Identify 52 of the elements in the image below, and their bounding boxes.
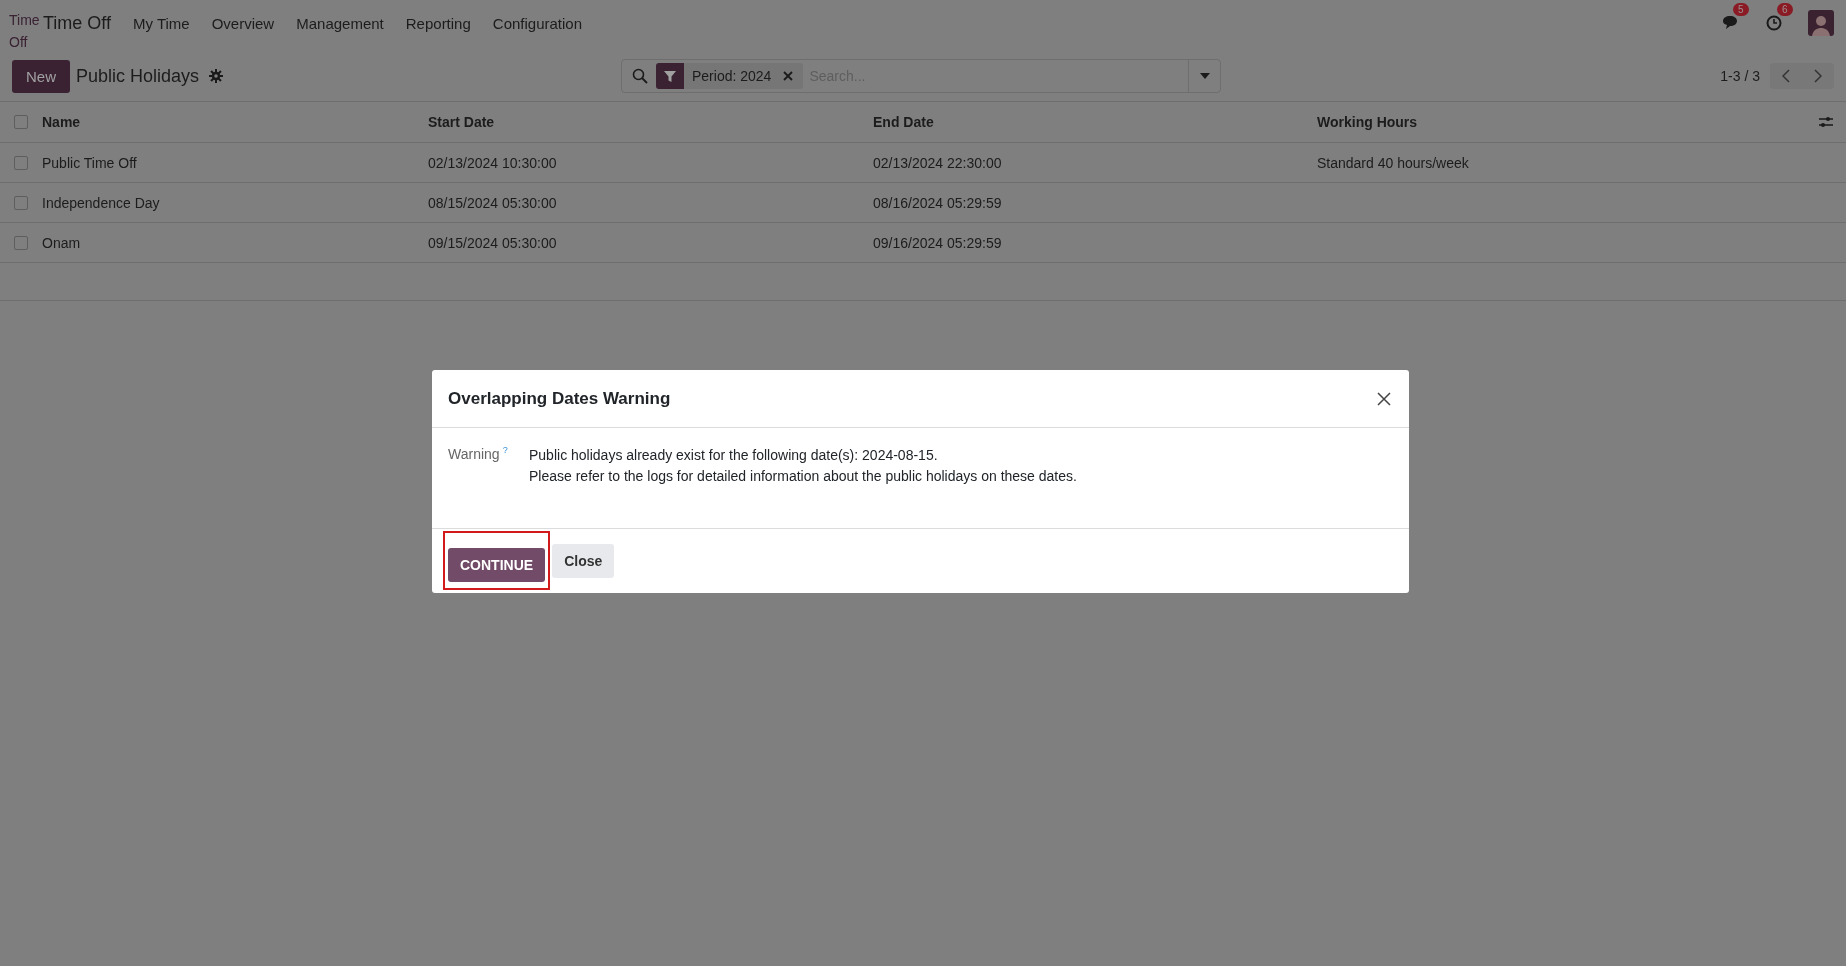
menu-item[interactable]: Management bbox=[296, 14, 384, 32]
count-badge: 6 bbox=[1777, 3, 1793, 16]
warning-text: Please refer to the logs for detailed information about the public holidays on these dates. bbox=[529, 467, 1077, 486]
column-header[interactable]: Working Hours bbox=[1317, 114, 1418, 130]
column-header[interactable]: End Date bbox=[873, 114, 934, 130]
chevron-left-icon bbox=[1782, 69, 1790, 83]
table-cell: 08/15/2024 05:30:00 bbox=[428, 194, 557, 211]
close-icon[interactable] bbox=[783, 71, 794, 81]
table-cell: Standard 40 hours/week bbox=[1317, 154, 1469, 171]
sliders-icon[interactable] bbox=[1819, 116, 1833, 128]
checkbox[interactable] bbox=[14, 115, 28, 129]
table-cell: 09/16/2024 05:29:59 bbox=[873, 234, 1002, 251]
warning-text: Public holidays already exist for the following date(s): 2024-08-15. bbox=[529, 446, 939, 465]
help-tooltip[interactable]: ? bbox=[502, 445, 508, 455]
search-icon bbox=[632, 68, 648, 84]
checkbox[interactable] bbox=[14, 235, 28, 250]
table-cell: 02/13/2024 10:30:00 bbox=[428, 154, 557, 171]
table-cell: Independence Day bbox=[42, 194, 160, 211]
facet-label: Period: 2024 bbox=[691, 68, 773, 84]
continue-button[interactable]: CONTINUE bbox=[448, 547, 546, 582]
gear-icon[interactable] bbox=[209, 69, 224, 83]
close-button[interactable]: Close bbox=[552, 544, 615, 578]
column-header[interactable]: Name bbox=[42, 114, 81, 130]
chat-icon[interactable] bbox=[1722, 15, 1740, 31]
table-cell: 08/16/2024 05:29:59 bbox=[873, 194, 1002, 211]
menu-item[interactable]: Overview bbox=[211, 14, 275, 32]
dialog-title: Overlapping Dates Warning bbox=[448, 388, 671, 409]
page-title: Public Holidays bbox=[76, 65, 200, 87]
table-cell: 09/15/2024 05:30:00 bbox=[428, 234, 557, 251]
close-icon bbox=[1377, 391, 1391, 406]
avatar-icon[interactable] bbox=[1808, 10, 1834, 36]
menu-item[interactable]: My Time bbox=[133, 14, 190, 32]
table-cell: 02/13/2024 22:30:00 bbox=[873, 154, 1002, 171]
menu-item[interactable]: Configuration bbox=[492, 14, 583, 32]
table-cell: Public Time Off bbox=[42, 154, 137, 171]
column-header[interactable]: Start Date bbox=[428, 114, 495, 130]
caret-icon[interactable] bbox=[1200, 73, 1210, 79]
chevron-right-icon bbox=[1814, 69, 1822, 83]
field-label: Warning bbox=[448, 445, 500, 462]
filter-facet[interactable]: Period: 2024 bbox=[656, 63, 804, 89]
checkbox[interactable] bbox=[14, 195, 28, 210]
app-name[interactable]: Time Off bbox=[43, 12, 111, 34]
funnel-icon bbox=[656, 63, 684, 89]
table-cell: Onam bbox=[42, 234, 81, 251]
checkbox[interactable] bbox=[14, 155, 28, 170]
clock-icon[interactable] bbox=[1766, 15, 1782, 31]
logo-text: Time Off bbox=[9, 11, 41, 52]
pager-counter: 1-3 / 3 bbox=[1720, 68, 1760, 84]
new-button[interactable]: New bbox=[12, 59, 70, 93]
close-button[interactable] bbox=[1375, 389, 1393, 408]
count-badge: 5 bbox=[1733, 3, 1749, 16]
menu-item[interactable]: Reporting bbox=[405, 14, 471, 32]
